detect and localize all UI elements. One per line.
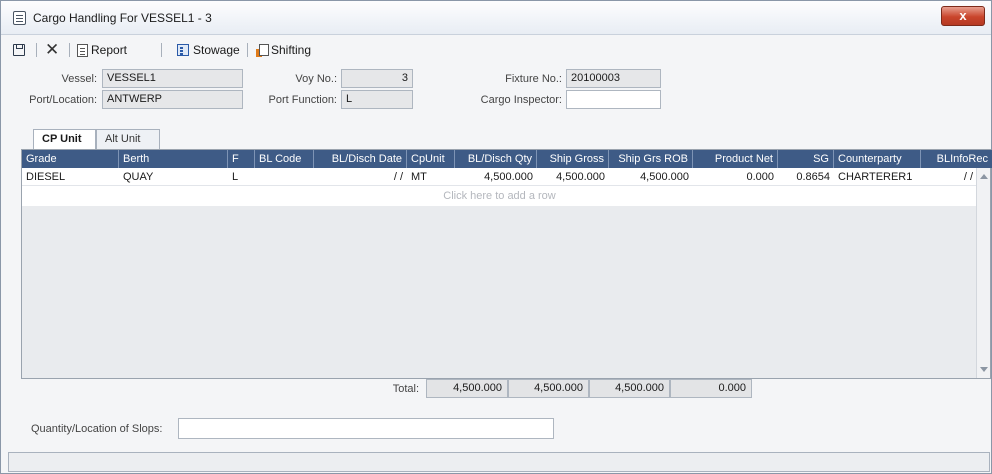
port-function-field[interactable]: L [341,90,413,109]
col-bl-disch-date[interactable]: BL/Disch Date [314,150,407,168]
col-counterparty[interactable]: Counterparty [834,150,921,168]
grid-vertical-scrollbar[interactable] [976,168,990,378]
col-bl-code[interactable]: BL Code [255,150,314,168]
cell-grade[interactable]: DIESEL [22,168,119,186]
save-icon [13,44,25,56]
stowage-button[interactable]: Stowage [177,41,240,59]
cell-counterparty[interactable]: CHARTERER1 [834,168,921,186]
col-cpunit[interactable]: CpUnit [407,150,455,168]
fixture-no-label: Fixture No.: [505,73,562,85]
tab-cp-unit[interactable]: CP Unit [33,129,96,149]
close-button[interactable]: x [941,6,985,26]
toolbar-separator [69,43,70,57]
stowage-label: Stowage [193,43,240,57]
col-f[interactable]: F [228,150,255,168]
report-label: Report [91,43,128,57]
delete-button[interactable]: ✕ [45,41,59,59]
cell-ship-gross[interactable]: 4,500.000 [537,168,609,186]
table-row[interactable]: DIESEL QUAY L / / MT 4,500.000 4,500.000… [22,168,977,186]
total-ship-gross: 4,500.000 [508,379,589,398]
status-bar [8,452,990,472]
cell-f[interactable]: L [228,168,255,186]
toolbar-separator [161,43,162,57]
toolbar-separator [247,43,248,57]
cargo-inspector-field[interactable] [566,90,661,109]
total-label: Total: [392,383,419,395]
cell-bl-code[interactable] [255,168,314,186]
col-grade[interactable]: Grade [22,150,119,168]
port-location-label: Port/Location: [29,94,97,106]
total-ship-grs-rob: 4,500.000 [589,379,670,398]
scroll-up-icon[interactable] [980,174,988,179]
voy-no-field[interactable]: 3 [341,69,413,88]
total-product-net: 0.000 [670,379,752,398]
tab-alt-unit[interactable]: Alt Unit [96,129,160,149]
toolbar-separator [36,43,37,57]
add-row-placeholder[interactable]: Click here to add a row [22,186,977,206]
toolbar: ✕ Report Stowage Shifting [1,37,991,63]
title-bar: Cargo Handling For VESSEL1 - 3 x [1,1,991,35]
port-location-field[interactable]: ANTWERP [102,90,243,109]
cargo-handling-window: Cargo Handling For VESSEL1 - 3 x ✕ Repor… [0,0,992,474]
cell-bl-disch-date[interactable]: / / [314,168,407,186]
window-title: Cargo Handling For VESSEL1 - 3 [33,11,212,25]
col-ship-gross[interactable]: Ship Gross [537,150,609,168]
slops-label: Quantity/Location of Slops: [31,423,163,435]
cargo-grid: Grade Berth F BL Code BL/Disch Date CpUn… [21,149,992,379]
save-button[interactable] [13,41,25,59]
report-button[interactable]: Report [77,41,127,59]
col-sg[interactable]: SG [778,150,834,168]
cell-cpunit[interactable]: MT [407,168,455,186]
slops-field[interactable] [178,418,554,439]
scroll-down-icon[interactable] [980,367,988,372]
col-bl-disch-qty[interactable]: BL/Disch Qty [455,150,537,168]
col-ship-grs-rob[interactable]: Ship Grs ROB [609,150,693,168]
cell-berth[interactable]: QUAY [119,168,228,186]
voy-no-label: Voy No.: [295,73,337,85]
totals-row: Total: 4,500.000 4,500.000 4,500.000 0.0… [1,379,991,399]
total-bl-disch-qty: 4,500.000 [426,379,508,398]
shifting-button[interactable]: Shifting [256,41,311,59]
vessel-field[interactable]: VESSEL1 [102,69,243,88]
port-function-label: Port Function: [268,94,337,106]
cell-ship-grs-rob[interactable]: 4,500.000 [609,168,693,186]
shifting-label: Shifting [271,43,312,57]
stowage-icon [177,44,189,56]
shifting-icon [256,43,269,57]
cell-sg[interactable]: 0.8654 [778,168,834,186]
col-blinforec[interactable]: BLInfoRec [921,150,992,168]
window-icon [13,11,26,25]
cargo-inspector-label: Cargo Inspector: [480,94,562,106]
cell-blinforec[interactable]: / / [921,168,977,186]
cell-product-net[interactable]: 0.000 [693,168,778,186]
vessel-label: Vessel: [61,73,97,85]
cell-bl-disch-qty[interactable]: 4,500.000 [455,168,537,186]
report-icon [77,43,88,57]
delete-x-icon: ✕ [45,40,60,59]
col-product-net[interactable]: Product Net [693,150,778,168]
fixture-no-field[interactable]: 20100003 [566,69,661,88]
grid-header: Grade Berth F BL Code BL/Disch Date CpUn… [22,150,992,168]
col-berth[interactable]: Berth [119,150,228,168]
